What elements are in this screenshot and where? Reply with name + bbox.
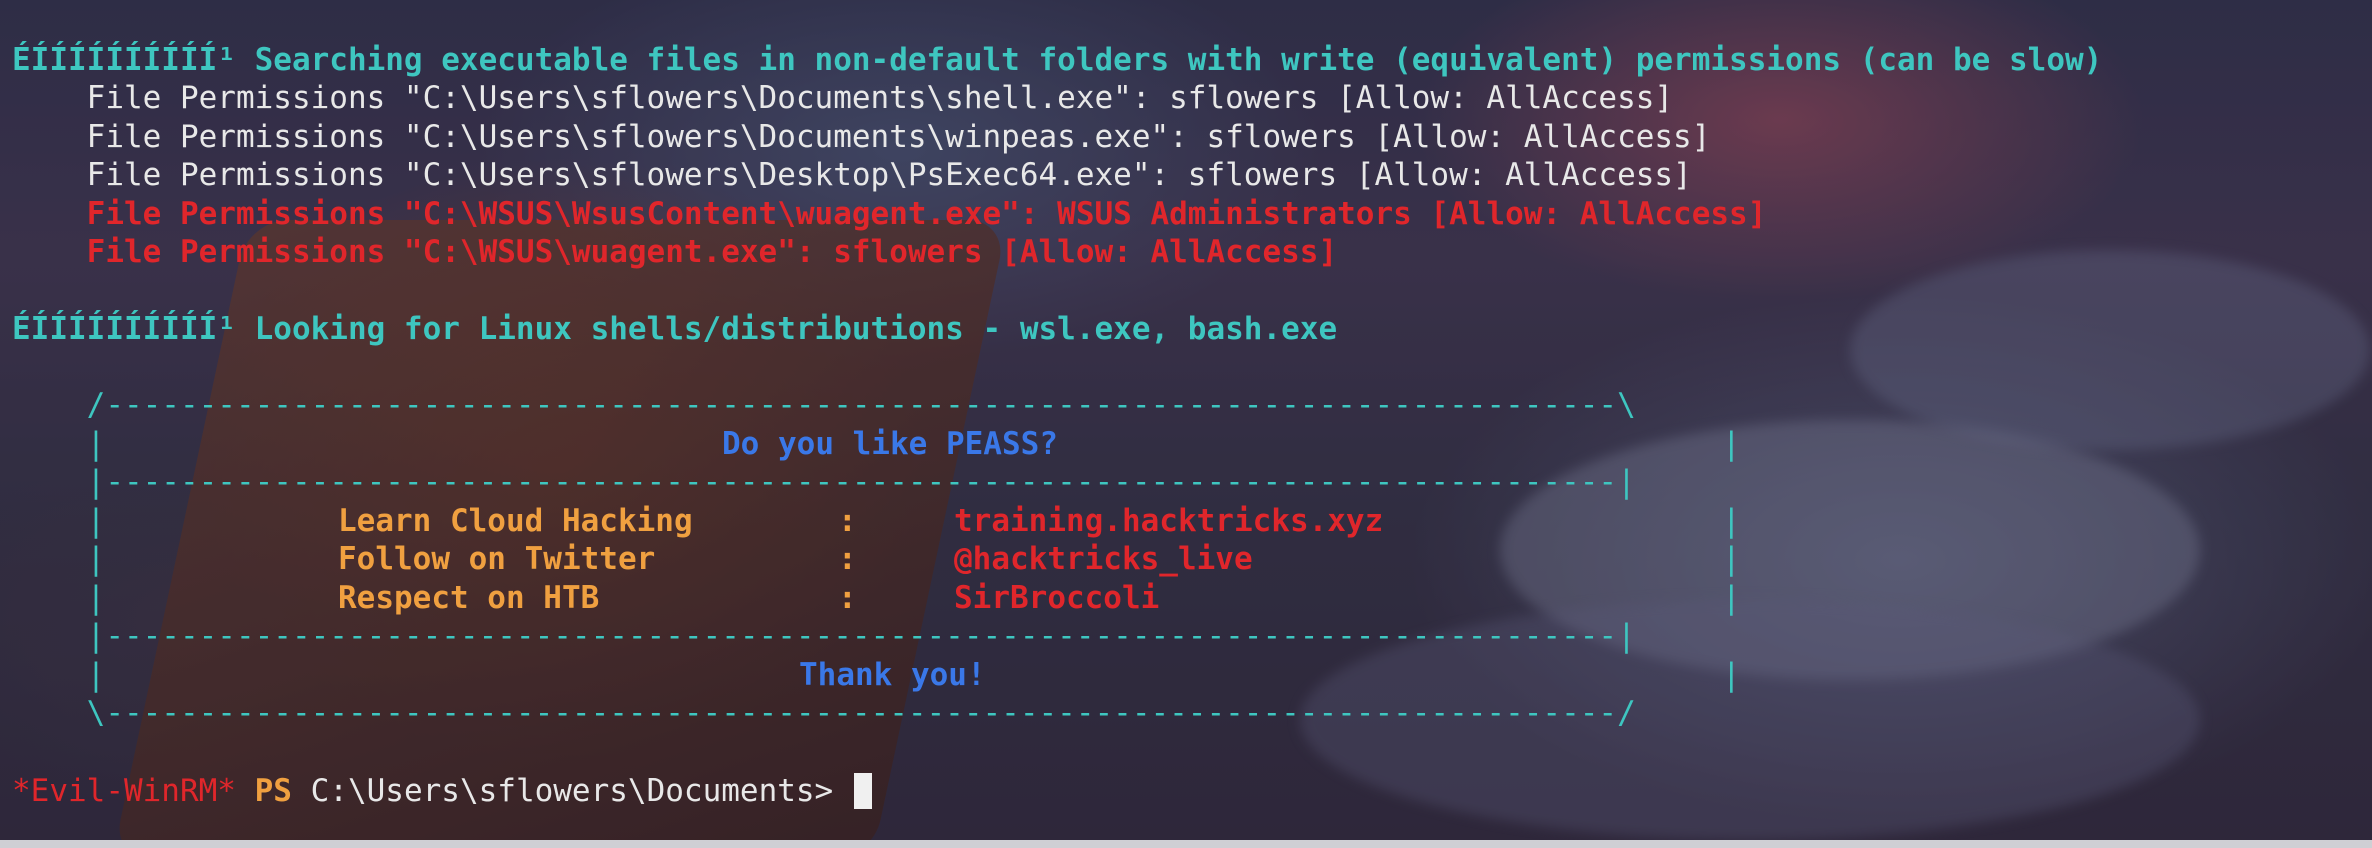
banner-row-value: training.hacktricks.xyz bbox=[954, 503, 1384, 539]
banner-side: | bbox=[1722, 657, 1741, 693]
banner-row-label: Respect on HTB bbox=[338, 580, 600, 616]
output-line: File Permissions "C:\Users\sflowers\Docu… bbox=[12, 119, 1711, 155]
banner-bottom-border: \---------------------------------------… bbox=[12, 695, 1636, 731]
banner-side: | bbox=[1722, 541, 1741, 577]
output-line-highlight: File Permissions "C:\WSUS\WsusContent\wu… bbox=[12, 196, 1767, 232]
banner-row-sep: : bbox=[838, 541, 857, 577]
banner-side: | bbox=[12, 657, 106, 693]
section-header-executables: ÉÍÍÍÍÍÍÍÍÍÍ¹ Searching executable files … bbox=[12, 42, 2103, 78]
text-cursor[interactable] bbox=[853, 773, 872, 809]
banner-side: | bbox=[1722, 580, 1741, 616]
banner-side: | bbox=[1722, 503, 1741, 539]
terminal-window[interactable]: ÉÍÍÍÍÍÍÍÍÍÍ¹ Searching executable files … bbox=[0, 0, 2372, 848]
banner-row-sep: : bbox=[838, 503, 857, 539]
banner-side: | bbox=[12, 541, 106, 577]
banner-row-value: SirBroccoli bbox=[954, 580, 1160, 616]
output-line-highlight: File Permissions "C:\WSUS\wuagent.exe": … bbox=[12, 234, 1338, 270]
shell-prompt[interactable]: *Evil-WinRM* PS C:\Users\sflowers\Docume… bbox=[12, 773, 872, 809]
banner-separator: |---------------------------------------… bbox=[12, 618, 1636, 654]
window-bottom-edge bbox=[0, 840, 2372, 848]
banner-row-value: @hacktricks_live bbox=[954, 541, 1253, 577]
banner-title: Do you like PEASS? bbox=[722, 426, 1058, 462]
banner-top-border: /---------------------------------------… bbox=[12, 387, 1636, 423]
prompt-ps: PS bbox=[254, 773, 292, 809]
banner-side: | bbox=[1722, 426, 1741, 462]
banner-side: | bbox=[12, 426, 106, 462]
banner-thanks: Thank you! bbox=[799, 657, 986, 693]
prompt-path: C:\Users\sflowers\Documents> bbox=[310, 773, 834, 809]
output-line: File Permissions "C:\Users\sflowers\Desk… bbox=[12, 157, 1692, 193]
prompt-shell-name: *Evil-WinRM* bbox=[12, 773, 236, 809]
banner-side: | bbox=[12, 503, 106, 539]
banner-side: | bbox=[12, 580, 106, 616]
banner-row-label: Follow on Twitter bbox=[338, 541, 656, 577]
banner-row-label: Learn Cloud Hacking bbox=[338, 503, 693, 539]
output-line: File Permissions "C:\Users\sflowers\Docu… bbox=[12, 80, 1674, 116]
banner-row-sep: : bbox=[838, 580, 857, 616]
section-header-linux-shells: ÉÍÍÍÍÍÍÍÍÍÍ¹ Looking for Linux shells/di… bbox=[12, 311, 1338, 347]
banner-separator: |---------------------------------------… bbox=[12, 464, 1636, 500]
